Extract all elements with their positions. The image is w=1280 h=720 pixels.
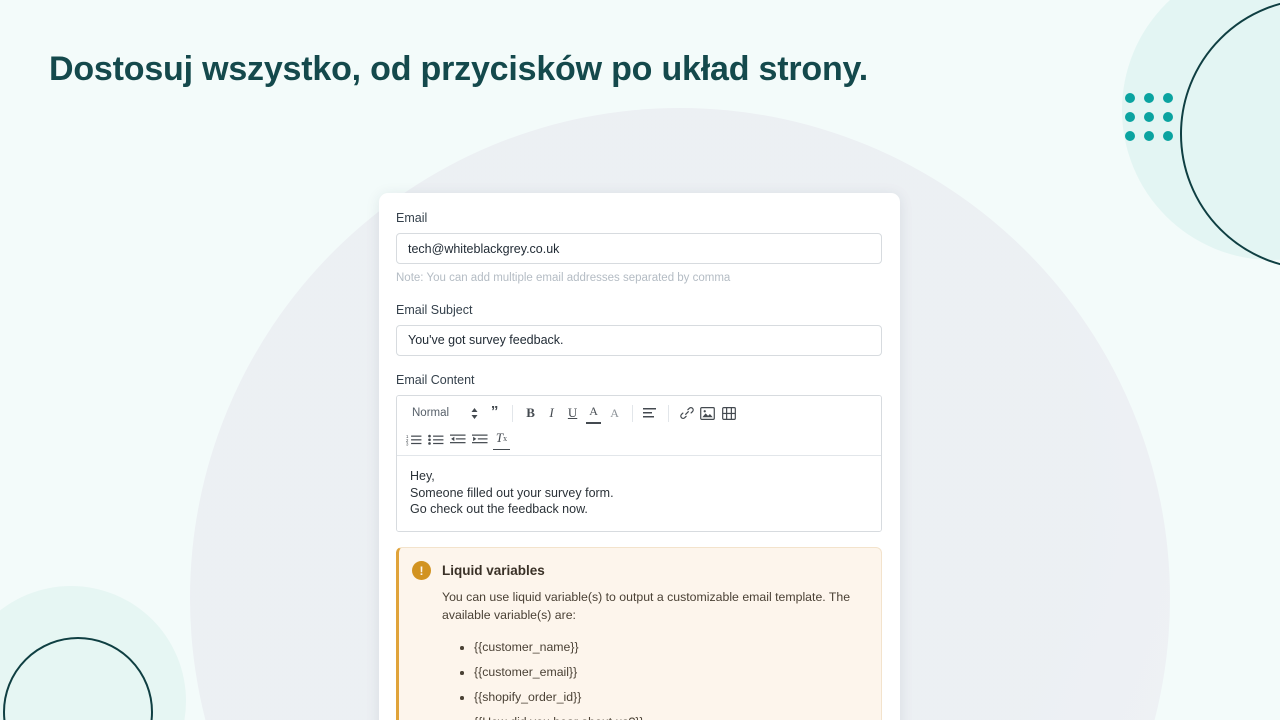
bullet-list-icon[interactable] xyxy=(425,429,447,450)
editor-toolbar-row-1: Normal ” B I U A A xyxy=(403,402,875,425)
subject-input[interactable]: You've got survey feedback. xyxy=(396,324,882,356)
dot-grid-icon xyxy=(1125,93,1173,141)
format-select-value: Normal xyxy=(412,407,450,420)
content-field-label: Email Content xyxy=(396,372,475,387)
email-settings-card: Email tech@whiteblackgrey.co.uk Note: Yo… xyxy=(379,193,900,720)
email-field-note: Note: You can add multiple email address… xyxy=(396,272,731,284)
background-mint-circle-top-right xyxy=(1122,0,1280,260)
editor-content-area[interactable]: Hey, Someone filled out your survey form… xyxy=(397,455,881,532)
chevron-updown-icon xyxy=(471,407,478,419)
blockquote-icon[interactable]: ” xyxy=(484,401,505,422)
email-input-value: tech@whiteblackgrey.co.uk xyxy=(408,241,560,256)
indent-icon[interactable] xyxy=(469,429,491,450)
liquid-variables-header: ! Liquid variables xyxy=(412,561,866,581)
clear-format-icon[interactable]: Tx xyxy=(491,429,512,450)
subject-field-label: Email Subject xyxy=(396,302,473,317)
editor-toolbar-row-2: 1 2 3 T x xyxy=(403,428,875,451)
email-input[interactable]: tech@whiteblackgrey.co.uk xyxy=(396,233,882,264)
italic-icon[interactable]: I xyxy=(541,403,562,424)
editor-toolbar: Normal ” B I U A A 1 2 3 T x xyxy=(397,395,881,456)
link-icon[interactable] xyxy=(676,403,697,424)
svg-text:3: 3 xyxy=(406,441,409,445)
background-ring-bottom-left xyxy=(3,637,153,720)
align-icon[interactable] xyxy=(640,403,661,424)
email-field-label: Email xyxy=(396,211,428,225)
editor-line: Someone filled out your survey form. xyxy=(410,485,614,500)
toolbar-divider xyxy=(512,404,514,422)
liquid-variables-panel: ! Liquid variables You can use liquid va… xyxy=(396,547,882,720)
editor-line: Hey, xyxy=(410,468,435,483)
list-item: {{customer_email}} xyxy=(460,660,866,685)
toolbar-divider xyxy=(632,404,634,422)
bold-icon[interactable]: B xyxy=(520,403,541,424)
liquid-variables-list: {{customer_name}} {{customer_email}} {{s… xyxy=(460,635,866,720)
subject-input-value: You've got survey feedback. xyxy=(408,333,564,348)
video-icon[interactable] xyxy=(718,403,739,424)
format-select[interactable]: Normal xyxy=(403,403,484,424)
text-color-icon[interactable]: A xyxy=(583,403,604,424)
list-item: {{customer_name}} xyxy=(460,635,866,660)
list-item: {{shopify_order_id}} xyxy=(460,685,866,710)
background-mint-circle-bottom-left xyxy=(0,586,186,720)
outdent-icon[interactable] xyxy=(447,429,469,450)
list-item: {{How did you hear about us?}} xyxy=(460,710,866,720)
liquid-variables-description: You can use liquid variable(s) to output… xyxy=(442,590,851,622)
warning-icon: ! xyxy=(412,561,431,581)
toolbar-divider xyxy=(668,404,670,422)
image-icon[interactable] xyxy=(697,403,718,424)
page-title: Dostosuj wszystko, od przycisków po ukła… xyxy=(49,50,868,88)
underline-icon[interactable]: U xyxy=(562,403,583,424)
rich-text-editor: Normal ” B I U A A 1 2 3 T x Hey, Someon… xyxy=(396,394,882,533)
ordered-list-icon[interactable]: 1 2 3 xyxy=(403,429,425,450)
editor-line: Go check out the feedback now. xyxy=(410,502,588,517)
background-ring-top-right xyxy=(1180,0,1280,270)
liquid-variables-title: Liquid variables xyxy=(442,563,545,579)
background-color-icon[interactable]: A xyxy=(604,403,625,424)
